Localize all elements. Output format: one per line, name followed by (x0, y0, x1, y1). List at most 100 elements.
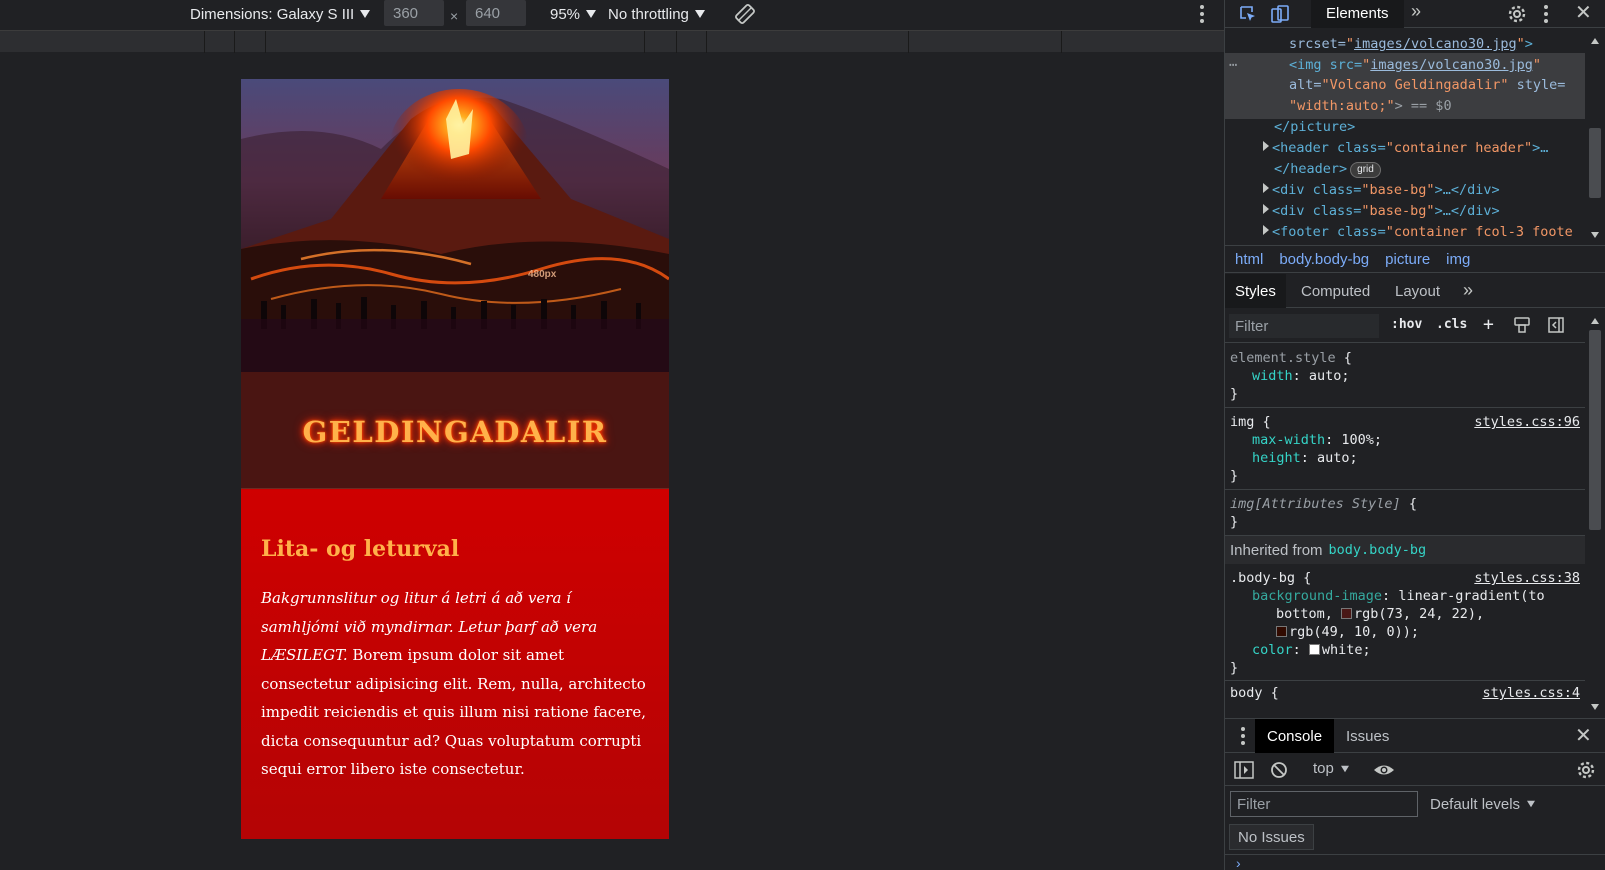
dom-line-div-2[interactable]: <div class="base-bg">…</div> (1263, 201, 1500, 222)
tab-console[interactable]: Console (1255, 719, 1335, 753)
rule-body[interactable]: body { styles.css:4 (1225, 681, 1585, 716)
toggle-sidebar-icon[interactable] (1547, 316, 1565, 334)
context-label: top (1313, 760, 1334, 777)
no-issues-button[interactable]: No Issues (1229, 824, 1314, 850)
source-link[interactable]: styles.css:38 (1474, 569, 1580, 587)
dom-line-header[interactable]: <header class="container header">… (1263, 138, 1548, 159)
source-link[interactable]: styles.css:96 (1474, 413, 1580, 431)
throttling-label: No throttling (608, 5, 689, 23)
breadcrumb-item-html[interactable]: html (1235, 251, 1263, 268)
show-sidebar-icon[interactable] (1234, 761, 1254, 779)
more-panes-chevron-icon[interactable]: » (1463, 280, 1473, 301)
color-swatch[interactable] (1308, 644, 1320, 655)
log-levels-select[interactable]: Default levels (1430, 791, 1536, 817)
section-paragraph: Bakgrunnslitur og litur á letri á að ver… (261, 584, 649, 784)
breadcrumb-item-body[interactable]: body.body-bg (1279, 251, 1369, 268)
clear-console-icon[interactable] (1270, 761, 1288, 779)
tab-issues[interactable]: Issues (1346, 719, 1389, 753)
close-drawer-icon[interactable]: ✕ (1575, 726, 1592, 746)
console-prompt[interactable]: › (1225, 854, 1605, 870)
source-link[interactable]: styles.css:4 (1482, 684, 1580, 702)
device-height-input[interactable]: 640 (466, 0, 526, 26)
site-title: GELDINGADALIR (302, 415, 608, 449)
zoom-select[interactable]: 95% (550, 0, 597, 28)
content-section: Lita- og leturval Bakgrunnslitur og litu… (241, 490, 669, 839)
console-settings-gear-icon[interactable] (1576, 760, 1596, 780)
log-levels-label: Default levels (1430, 795, 1521, 813)
style-rules-list[interactable]: element.style { width: auto; } img { sty… (1225, 344, 1585, 716)
styles-filter-input[interactable]: Filter (1229, 314, 1379, 338)
devtools-tab-bar: Elements » ✕ (1225, 0, 1605, 28)
device-dimensions-select[interactable]: Dimensions: Galaxy S III (190, 0, 371, 28)
live-expression-eye-icon[interactable] (1373, 761, 1395, 779)
tab-computed[interactable]: Computed (1301, 274, 1370, 308)
dropdown-triangle-icon (1527, 800, 1536, 808)
rule-body-bg[interactable]: .body-bg { styles.css:38 background-imag… (1225, 564, 1585, 681)
dom-tree-scrollbar[interactable] (1589, 128, 1601, 198)
breadcrumb-item-picture[interactable]: picture (1385, 251, 1430, 268)
breadcrumb-item-img[interactable]: img (1446, 251, 1470, 268)
inherited-from-link[interactable]: body.body-bg (1329, 542, 1427, 558)
dom-line-img[interactable]: <img src="images/volcano30.jpg" (1289, 55, 1541, 76)
zoom-label: 95% (550, 5, 581, 23)
tab-layout[interactable]: Layout (1395, 274, 1440, 308)
devtools-menu-icon[interactable] (1543, 5, 1549, 23)
rule-element-style[interactable]: element.style { width: auto; } (1225, 344, 1585, 408)
computed-styles-icon[interactable] (1513, 316, 1531, 334)
expand-triangle-icon (1263, 225, 1269, 235)
node-ellipsis-icon[interactable]: ⋯ (1229, 55, 1237, 76)
color-swatch[interactable] (1341, 608, 1353, 619)
scroll-down-icon[interactable] (1591, 232, 1599, 238)
dom-line-img-alt[interactable]: alt="Volcano Geldingadalir" style= (1289, 75, 1565, 96)
color-swatch[interactable] (1276, 626, 1287, 637)
grid-badge[interactable]: grid (1350, 162, 1381, 178)
expand-triangle-icon (1263, 183, 1269, 193)
rotate-icon[interactable] (734, 3, 756, 25)
section-heading: Lita- og leturval (261, 536, 460, 562)
dom-line-img-style[interactable]: "width:auto;"> == $0 (1289, 96, 1452, 117)
expand-triangle-icon (1263, 141, 1269, 151)
breadcrumb: html body.body-bg picture img (1225, 245, 1605, 273)
settings-gear-icon[interactable] (1507, 4, 1527, 24)
dom-tree[interactable]: ⋯ srcset="images/volcano30.jpg"> <img sr… (1225, 29, 1585, 243)
dom-line-srcset[interactable]: srcset="images/volcano30.jpg"> (1289, 34, 1533, 55)
emulated-device-viewport: 480px GELDINGADALIR Lita- og leturval Ba… (241, 79, 669, 839)
rule-img-attributes-style[interactable]: img[Attributes Style] { } (1225, 490, 1585, 536)
media-query-ruler[interactable] (0, 30, 1224, 53)
close-devtools-icon[interactable]: ✕ (1575, 3, 1592, 23)
device-toolbar: Dimensions: Galaxy S III 360 × 640 95% N… (0, 0, 1224, 28)
scroll-up-icon[interactable] (1591, 318, 1599, 324)
device-toolbar-toggle-icon[interactable] (1270, 4, 1290, 24)
inspect-element-icon[interactable] (1238, 4, 1258, 24)
drawer-menu-icon[interactable] (1240, 727, 1246, 745)
scroll-down-icon[interactable] (1591, 704, 1599, 710)
styles-scrollbar[interactable] (1589, 330, 1601, 530)
device-dimensions-label: Dimensions: Galaxy S III (190, 5, 355, 23)
dom-line-picture-close[interactable]: </picture> (1274, 117, 1355, 138)
tab-elements[interactable]: Elements (1311, 0, 1404, 28)
tab-styles[interactable]: Styles (1225, 274, 1286, 308)
inherited-from-header: Inherited from body.body-bg (1225, 536, 1585, 564)
dropdown-triangle-icon (694, 10, 705, 18)
console-filter-input[interactable]: Filter (1230, 791, 1418, 817)
styles-pane-tabs: Styles Computed Layout » (1225, 274, 1605, 308)
cls-toggle-button[interactable]: .cls (1436, 317, 1467, 332)
console-toolbar: top (1225, 754, 1605, 786)
more-options-icon[interactable] (1199, 5, 1205, 23)
dom-line-footer[interactable]: <footer class="container fcol-3 foote (1263, 222, 1573, 243)
dom-line-div-1[interactable]: <div class="base-bg">…</div> (1263, 180, 1500, 201)
rule-img[interactable]: img { styles.css:96 max-width: 100%; hei… (1225, 408, 1585, 490)
drawer-tab-bar: Console Issues ✕ (1225, 719, 1605, 753)
dimension-separator: × (450, 8, 459, 24)
device-width-input[interactable]: 360 (384, 0, 444, 26)
device-emulation-area: Dimensions: Galaxy S III 360 × 640 95% N… (0, 0, 1224, 870)
volcano-image (241, 79, 669, 372)
dom-line-header-close[interactable]: </header> grid (1274, 159, 1381, 180)
hov-toggle-button[interactable]: :hov (1391, 317, 1422, 332)
throttling-select[interactable]: No throttling (608, 0, 705, 28)
new-style-rule-icon[interactable]: + (1483, 314, 1494, 335)
more-tabs-chevron-icon[interactable]: » (1411, 1, 1421, 22)
context-select[interactable]: top (1313, 760, 1350, 777)
scroll-up-icon[interactable] (1591, 38, 1599, 44)
dropdown-triangle-icon (1340, 765, 1349, 772)
